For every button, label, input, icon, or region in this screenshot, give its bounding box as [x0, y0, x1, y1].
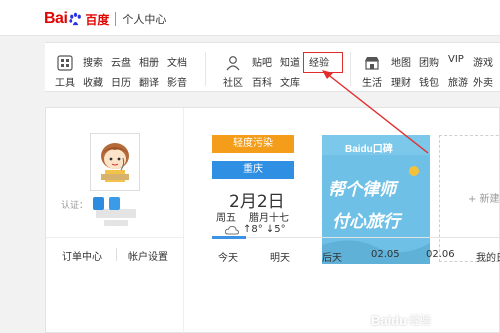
- svc-translate[interactable]: 翻译: [139, 74, 159, 89]
- svc-media[interactable]: 影音: [167, 74, 187, 89]
- new-card-label: + 新建: [468, 194, 500, 205]
- svc-tools[interactable]: 工具: [55, 74, 75, 89]
- svc-calendar[interactable]: 日历: [111, 74, 131, 89]
- svc-life[interactable]: 生活: [362, 74, 382, 89]
- grid-icon[interactable]: [57, 55, 73, 71]
- page-title: 个人中心: [122, 13, 167, 26]
- paw-icon: [69, 12, 82, 25]
- svc-tieba[interactable]: 贴吧: [252, 54, 272, 69]
- main-panel: 认证： 订单中心 帐户设置 轻度污染 重庆 2月2日 周五 腊月十七 ↑8° ↓…: [45, 107, 500, 333]
- account-settings-link[interactable]: 帐户设置: [128, 248, 168, 263]
- svc-baike[interactable]: 百科: [252, 74, 272, 89]
- svc-travel[interactable]: 旅游: [448, 74, 468, 89]
- avatar-cartoon-image: [91, 134, 139, 190]
- svc-community[interactable]: 社区: [223, 74, 243, 89]
- weather-lunar-date: 腊月十七: [249, 213, 289, 224]
- svc-zhidao[interactable]: 知道: [280, 54, 300, 69]
- logo-chinese: 百度: [85, 12, 110, 27]
- svc-wenku[interactable]: 文库: [280, 74, 300, 89]
- city-badge[interactable]: 重庆: [212, 161, 294, 179]
- promo-line-1: 帮个律师: [328, 180, 396, 200]
- day-tab-active-indicator: [212, 236, 246, 239]
- weather-weekday: 周五: [216, 213, 236, 224]
- person-icon[interactable]: [225, 55, 241, 71]
- verify-label: 认证：: [61, 201, 89, 211]
- phone-verify-icon[interactable]: [93, 197, 104, 210]
- svc-finance[interactable]: 理财: [391, 74, 411, 89]
- order-center-link[interactable]: 订单中心: [62, 248, 102, 263]
- cloud-icon: [225, 225, 239, 235]
- svc-search[interactable]: 搜索: [83, 54, 103, 69]
- svc-map[interactable]: 地图: [391, 54, 411, 69]
- logo-divider: [115, 12, 117, 26]
- profile-divider: [46, 237, 184, 238]
- watermark-suffix: 经验: [409, 314, 432, 327]
- baidu-jingyan-watermark: Baidu 经验: [371, 312, 431, 328]
- tab-0205[interactable]: 02.05: [371, 249, 400, 260]
- tab-tomorrow[interactable]: 明天: [270, 249, 290, 264]
- svc-favorites[interactable]: 收藏: [83, 74, 103, 89]
- tab-mine[interactable]: 我的日: [476, 249, 500, 264]
- svc-photo[interactable]: 相册: [139, 54, 159, 69]
- promo-line-2: 付心旅行: [332, 212, 400, 232]
- services-divider-1: [205, 52, 206, 86]
- tab-today[interactable]: 今天: [218, 249, 238, 264]
- username-blurred-2: [104, 220, 128, 226]
- svc-wallet[interactable]: 钱包: [419, 74, 439, 89]
- weather-temperature: ↑8° ↓5°: [243, 224, 286, 235]
- watermark-brand: Baidu: [371, 312, 408, 328]
- profile-card: 认证： 订单中心 帐户设置: [46, 108, 184, 333]
- tab-0206[interactable]: 02.06: [426, 249, 455, 260]
- svc-doc[interactable]: 文档: [167, 54, 187, 69]
- top-header: Bai 百度 个人中心: [0, 0, 500, 36]
- profile-links-divider: [116, 248, 117, 261]
- svc-vip[interactable]: VIP: [448, 54, 464, 65]
- svc-tuangou[interactable]: 团购: [419, 54, 439, 69]
- svc-games[interactable]: 游戏: [473, 54, 493, 69]
- tab-day-after[interactable]: 后天: [322, 249, 342, 264]
- svc-takeout[interactable]: 外卖: [473, 74, 493, 89]
- day-tabs-baseline: [212, 237, 500, 238]
- koubei-promo-banner[interactable]: Baidu口碑 帮个律师 付心旅行: [322, 135, 430, 264]
- baidu-logo[interactable]: Bai 百度 个人中心: [44, 10, 166, 28]
- air-quality-badge[interactable]: 轻度污染: [212, 135, 294, 153]
- email-verify-icon[interactable]: [109, 197, 120, 210]
- promo-logo: Baidu口碑: [345, 144, 393, 155]
- store-icon[interactable]: [364, 55, 380, 71]
- username-blurred: [96, 209, 136, 218]
- svc-pan[interactable]: 云盘: [111, 54, 131, 69]
- services-divider-2: [350, 52, 351, 86]
- logo-bai: Bai: [44, 10, 68, 27]
- jingyan-highlight-box: [303, 52, 343, 73]
- services-bar: 工具 搜索 云盘 相册 文档 收藏 日历 翻译 影音 社区 贴吧 知道 经验 百…: [45, 42, 500, 92]
- new-card-button[interactable]: + 新建: [439, 135, 500, 262]
- avatar[interactable]: [90, 133, 140, 191]
